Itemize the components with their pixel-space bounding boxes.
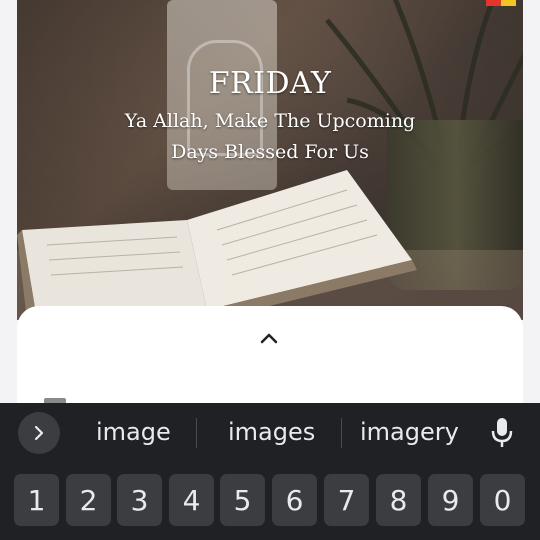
key-5[interactable]: 5 (220, 474, 265, 526)
key-2[interactable]: 2 (66, 474, 111, 526)
flag-badge (486, 0, 516, 6)
mic-icon[interactable] (488, 416, 516, 450)
key-3[interactable]: 3 (117, 474, 162, 526)
suggestion-3[interactable]: imagery (360, 418, 459, 446)
key-9[interactable]: 9 (428, 474, 473, 526)
key-1[interactable]: 1 (14, 474, 59, 526)
key-4[interactable]: 4 (169, 474, 214, 526)
suggestion-divider (196, 418, 197, 448)
suggestion-1[interactable]: image (96, 418, 171, 446)
suggestion-divider (341, 418, 342, 448)
suggestion-2[interactable]: images (228, 418, 315, 446)
key-6[interactable]: 6 (272, 474, 317, 526)
open-book (17, 170, 417, 320)
card-title: FRIDAY (208, 66, 332, 101)
expand-toolbar-button[interactable] (18, 412, 60, 454)
chevron-up-icon[interactable] (258, 330, 280, 346)
key-0[interactable]: 0 (480, 474, 525, 526)
chevron-right-icon (34, 425, 44, 441)
card-message-line-1: Ya Allah, Make The Upcoming (124, 110, 416, 132)
card-message-line-2: Days Blessed For Us (171, 141, 369, 163)
key-7[interactable]: 7 (324, 474, 369, 526)
key-8[interactable]: 8 (376, 474, 421, 526)
